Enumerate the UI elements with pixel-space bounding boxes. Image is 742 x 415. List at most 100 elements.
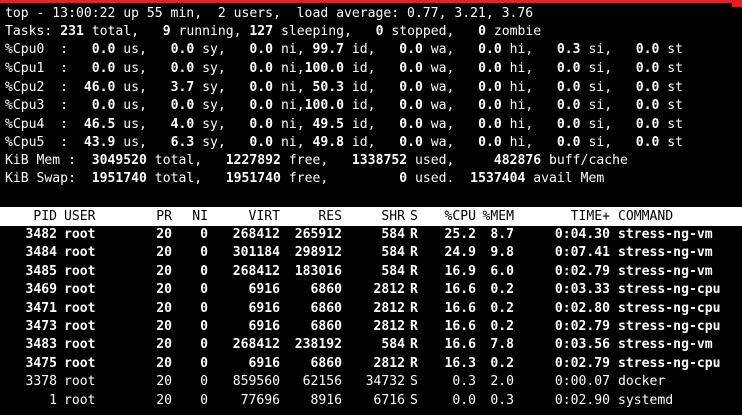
cell-command: stress-ng-cpu (618, 282, 721, 298)
cpu-sy-value: 0.0 (154, 61, 195, 76)
cpu-hi-unit: hi, (501, 135, 542, 150)
window-close-button[interactable] (732, 0, 742, 7)
cpu-si-unit: si, (580, 61, 620, 76)
cpu-sy-unit: sy, (194, 80, 234, 95)
cell-command: stress-ng-cpu (618, 355, 721, 371)
cpu-id-unit: id, (344, 117, 384, 132)
cell-state: R (410, 263, 418, 279)
table-row[interactable]: 3485 root 20 0 268412 183016 584 R 16.9 6.0 0:02.7… (0, 263, 742, 281)
header-cpu: %CPU (444, 209, 476, 224)
cell-state: R (410, 300, 418, 316)
table-row[interactable]: 3483 root 20 0 268412 238192 584 R 16.6 7.8 0:03.5… (0, 336, 742, 354)
cpu-sy-value: 6.3 (154, 135, 195, 150)
mem-line: KiB Mem : 3049520 total, 1227892 free, 1… (5, 152, 628, 170)
summary-segment: sleeping, (273, 24, 376, 39)
window-top-border (0, 0, 742, 3)
cell-virt: 6916 (248, 319, 280, 334)
summary-segment: used. (407, 171, 463, 186)
cpu-id-unit: id, (344, 135, 384, 150)
summary-segment: 3049520 (83, 153, 147, 168)
table-header-row[interactable]: PID USER PR NI VIRT RES SHR S %CPU %MEM TIME+ COMMA… (0, 208, 742, 226)
cpu-line: %Cpu4 : 46.5 us, 4.0 sy, 0.0 ni, 49.5 id… (5, 116, 683, 134)
summary-segment: 1537404 (462, 171, 526, 186)
cell-user: root (64, 282, 96, 298)
cpu-id-unit: id, (344, 61, 384, 76)
table-row[interactable]: 3482 root 20 0 268412 265912 584 R 25.2 8.7 0:04.3… (0, 226, 742, 244)
cpu-st-value: 0.0 (619, 135, 660, 150)
table-row[interactable]: 1 root 20 0 77696 8916 6716 S 0.0 0.3 0:02.90 syste… (0, 392, 742, 410)
cell-res: 183016 (294, 263, 342, 279)
cell-shr: 2812 (373, 355, 405, 371)
cell-pr: 20 (156, 374, 172, 390)
summary-segment: KiB Swap: (5, 171, 84, 186)
cpu-st-unit: st (659, 61, 684, 76)
cell-pr: 20 (156, 300, 172, 316)
summary-segment: KiB Mem : (5, 153, 84, 168)
cpu-hi-value: 0.0 (462, 117, 502, 132)
table-row[interactable]: 3475 root 20 0 6916 6860 2812 R 16.3 0.2 0:02.79 st… (0, 355, 742, 373)
uptime-line: top - 13:00:22 up 55 min, 2 users, load … (5, 6, 534, 21)
table-row[interactable]: 3473 root 20 0 6916 6860 2812 R 16.6 0.2 0:02.79 st… (0, 318, 742, 336)
cpu-wa-value: 0.0 (383, 117, 423, 132)
cell-time: 0:02.90 (554, 392, 610, 408)
cell-res: 6860 (310, 300, 342, 316)
cpu-ni-unit: ni, (273, 117, 305, 132)
cell-shr: 584 (381, 227, 405, 242)
cell-pr: 20 (156, 319, 172, 334)
cell-ni: 0 (200, 319, 208, 334)
header-command: COMMAND (618, 209, 674, 224)
cell-cpu: 0.0 (452, 392, 476, 408)
cell-pid: 3475 (25, 355, 57, 371)
cell-pid: 3473 (25, 319, 57, 334)
cell-pr: 20 (156, 337, 172, 353)
cell-ni: 0 (200, 374, 208, 390)
table-row[interactable]: 3469 root 20 0 6916 6860 2812 R 16.6 0.2 0:03.33 st… (0, 281, 742, 299)
cell-user: root (64, 300, 96, 316)
cell-state: R (410, 337, 418, 353)
cpu-line: %Cpu0 : 0.0 us, 0.0 sy, 0.0 ni, 99.7 id,… (5, 41, 683, 59)
cell-ni: 0 (200, 355, 208, 371)
summary-segment: 1951740 (217, 171, 281, 186)
cpu-st-value: 0.0 (619, 42, 660, 57)
cell-virt: 268412 (232, 263, 280, 279)
cell-command: docker (618, 374, 666, 390)
cell-user: root (64, 245, 96, 261)
cpu-us-value: 0.0 (75, 98, 116, 113)
swap-line: KiB Swap: 1951740 total, 1951740 free, 0… (5, 170, 604, 188)
cpu-ni-value: 0.0 (233, 117, 274, 132)
cell-command: stress-ng-vm (618, 227, 713, 242)
header-ni: NI (192, 209, 208, 224)
cpu-us-value: 46.5 (75, 117, 116, 132)
cell-time: 0:04.30 (554, 227, 610, 242)
cpu-line: %Cpu3 : 0.0 us, 0.0 sy, 0.0 ni,100.0 id,… (5, 97, 683, 115)
cell-state: R (410, 319, 418, 334)
cpu-wa-unit: wa, (422, 42, 463, 57)
table-row[interactable]: 3378 root 20 0 859560 62156 34732 S 0.3 2.0 0:00.0… (0, 373, 742, 391)
table-row[interactable]: 3471 root 20 0 6916 6860 2812 R 16.6 0.2 0:02.80 st… (0, 300, 742, 318)
summary-segment: stopped, (383, 24, 479, 39)
header-pid: PID (33, 209, 57, 224)
cpu-id-unit: id, (344, 42, 384, 57)
cpu-sy-unit: sy, (194, 42, 234, 57)
table-row[interactable]: 3484 root 20 0 301184 298912 584 R 24.9 9.8 0:07.4… (0, 244, 742, 262)
cell-command: stress-ng-vm (618, 245, 713, 261)
cpu-label: %Cpu5 : (5, 135, 76, 150)
cell-user: root (64, 319, 96, 334)
cell-ni: 0 (200, 282, 208, 298)
cell-mem: 0.3 (490, 392, 514, 408)
cell-user: root (64, 263, 96, 279)
cell-pid: 3482 (25, 227, 57, 242)
cell-cpu: 16.6 (444, 300, 476, 316)
cell-user: root (64, 374, 96, 390)
cell-state: S (410, 392, 418, 408)
summary-segment: avail Mem (525, 171, 605, 186)
summary-segment: 1951740 (83, 171, 147, 186)
cell-pr: 20 (156, 263, 172, 279)
cpu-hi-value: 0.0 (462, 135, 502, 150)
cpu-st-value: 0.0 (619, 117, 660, 132)
header-virt: VIRT (248, 209, 280, 224)
cpu-ni-unit: ni, (273, 80, 305, 95)
cpu-st-value: 0.0 (619, 61, 660, 76)
cell-state: R (410, 355, 418, 371)
cell-virt: 77696 (240, 392, 280, 408)
